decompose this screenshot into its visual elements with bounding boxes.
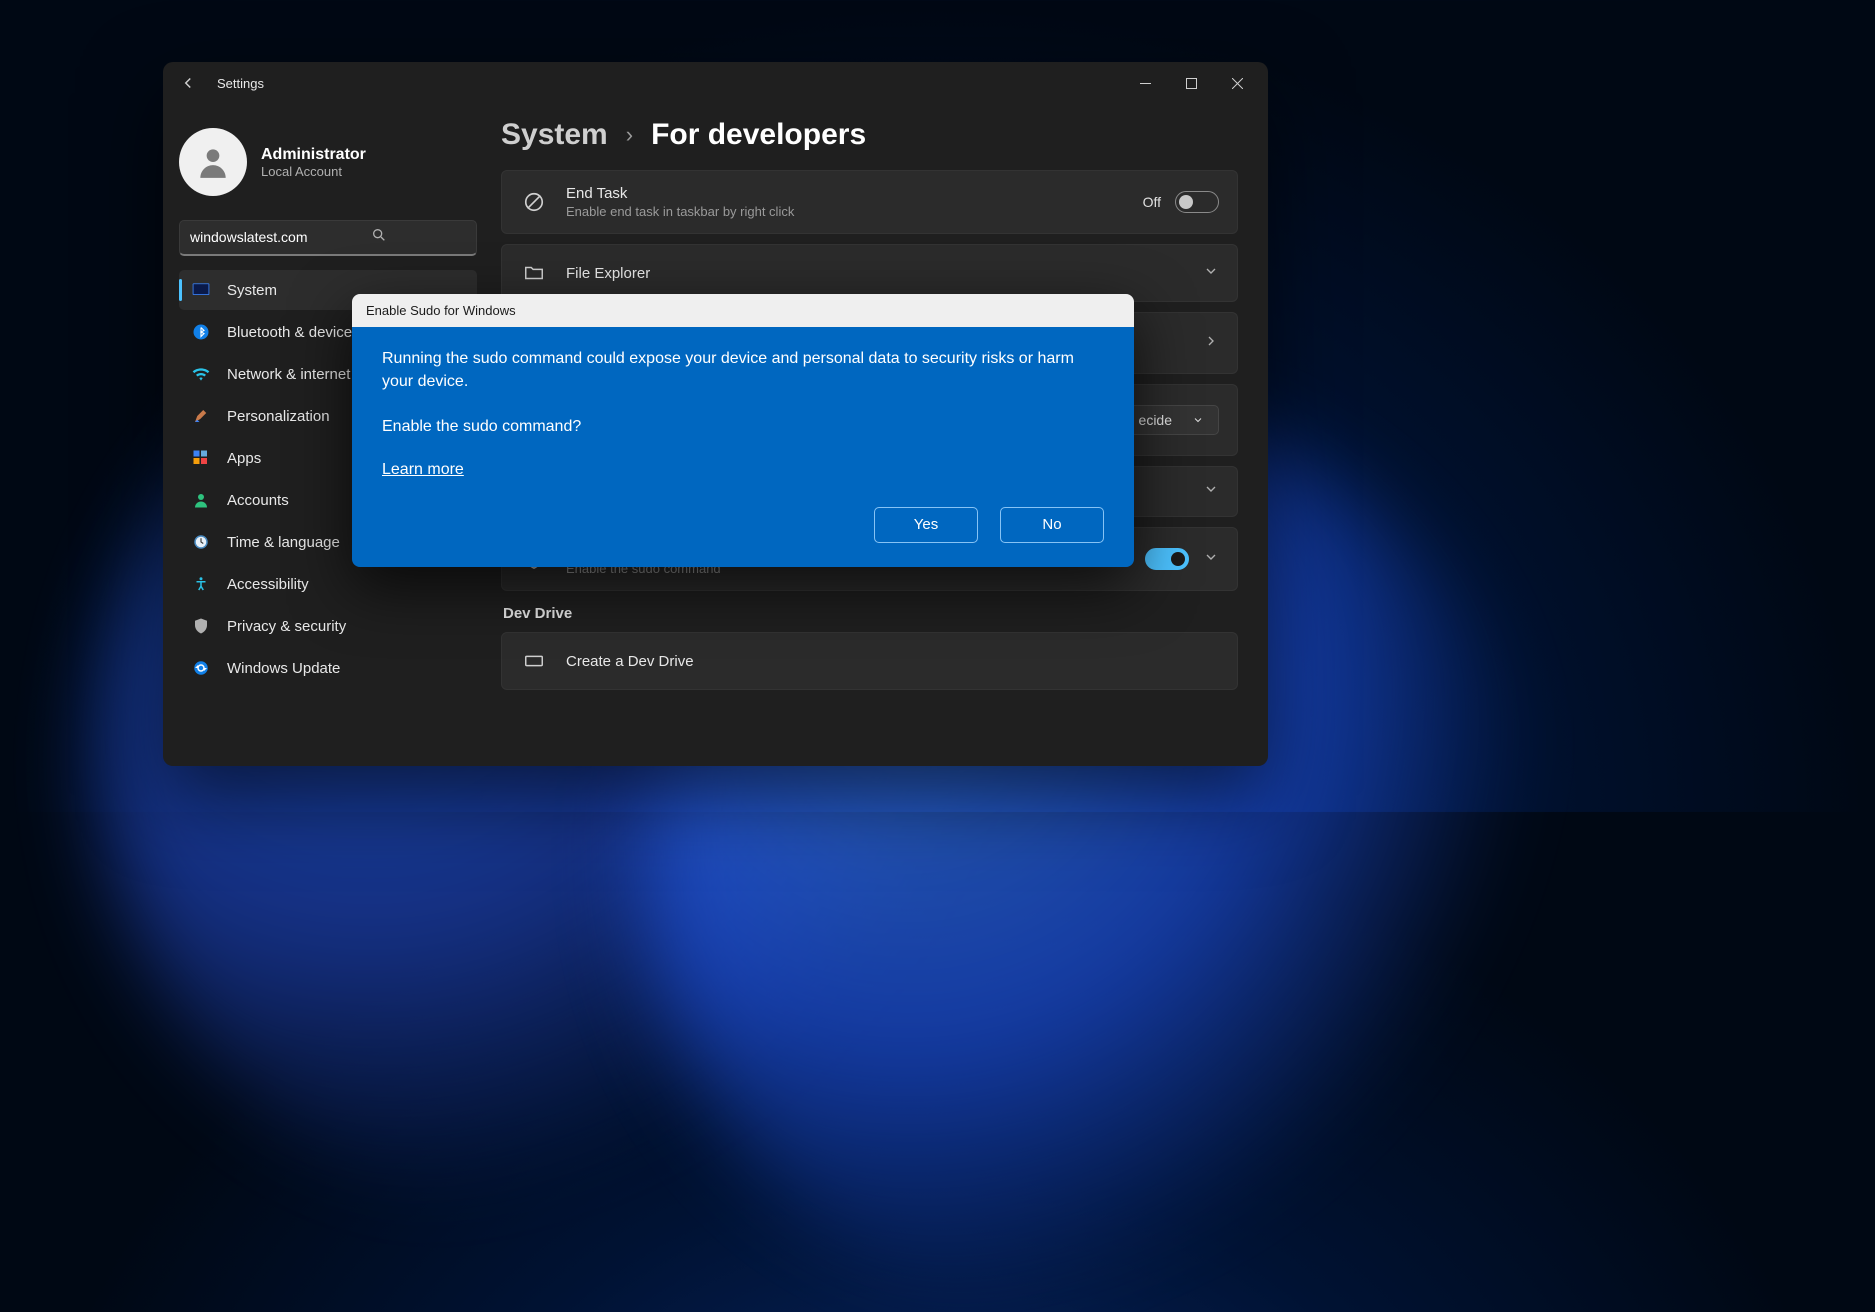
apps-icon bbox=[191, 448, 211, 468]
avatar bbox=[179, 128, 247, 196]
sidebar-item-label: Windows Update bbox=[227, 660, 340, 677]
breadcrumb: System › For developers bbox=[501, 118, 1238, 152]
breadcrumb-current: For developers bbox=[651, 118, 866, 152]
maximize-button[interactable] bbox=[1168, 66, 1214, 100]
shield-icon bbox=[191, 616, 211, 636]
sudo-toggle[interactable] bbox=[1145, 548, 1189, 570]
clock-icon bbox=[191, 532, 211, 552]
card-end-task[interactable]: End Task Enable end task in taskbar by r… bbox=[501, 170, 1238, 234]
minimize-button[interactable] bbox=[1122, 66, 1168, 100]
sidebar-item-label: Privacy & security bbox=[227, 618, 346, 635]
card-title: End Task bbox=[566, 185, 1125, 202]
sidebar-item-label: Apps bbox=[227, 450, 261, 467]
search-input[interactable] bbox=[179, 220, 477, 256]
drive-icon bbox=[520, 647, 548, 675]
card-title: Create a Dev Drive bbox=[566, 653, 1219, 670]
search-field[interactable] bbox=[190, 229, 371, 245]
system-icon bbox=[191, 280, 211, 300]
sidebar-item-label: Bluetooth & devices bbox=[227, 324, 360, 341]
accessibility-icon bbox=[191, 574, 211, 594]
chevron-down-icon[interactable] bbox=[1203, 263, 1219, 284]
breadcrumb-parent[interactable]: System bbox=[501, 118, 608, 152]
update-icon bbox=[191, 658, 211, 678]
brush-icon bbox=[191, 406, 211, 426]
sidebar-item-label: System bbox=[227, 282, 277, 299]
chevron-right-icon: › bbox=[626, 122, 633, 148]
learn-more-link[interactable]: Learn more bbox=[382, 461, 464, 478]
dialog-question: Enable the sudo command? bbox=[382, 415, 1104, 438]
no-button[interactable]: No bbox=[1000, 507, 1104, 543]
user-name: Administrator bbox=[261, 146, 366, 164]
sidebar-item-privacy[interactable]: Privacy & security bbox=[179, 606, 477, 646]
wifi-icon bbox=[191, 364, 211, 384]
close-button[interactable] bbox=[1214, 66, 1260, 100]
sudo-dialog: Enable Sudo for Windows Running the sudo… bbox=[352, 294, 1134, 567]
sidebar-item-label: Time & language bbox=[227, 534, 340, 551]
sidebar-item-label: Network & internet bbox=[227, 366, 350, 383]
folder-icon bbox=[520, 259, 548, 287]
sidebar-item-label: Accounts bbox=[227, 492, 289, 509]
chevron-down-icon[interactable] bbox=[1203, 481, 1219, 502]
sidebar-item-accessibility[interactable]: Accessibility bbox=[179, 564, 477, 604]
search-icon[interactable] bbox=[371, 227, 387, 248]
user-sub: Local Account bbox=[261, 164, 366, 179]
card-sub: Enable end task in taskbar by right clic… bbox=[566, 204, 1125, 219]
card-title: File Explorer bbox=[566, 265, 1185, 282]
sidebar-item-label: Accessibility bbox=[227, 576, 309, 593]
end-task-toggle[interactable] bbox=[1175, 191, 1219, 213]
toggle-label: Off bbox=[1143, 194, 1161, 210]
dialog-body-text: Running the sudo command could expose yo… bbox=[382, 347, 1104, 393]
titlebar: Settings bbox=[163, 62, 1268, 104]
bluetooth-icon bbox=[191, 322, 211, 342]
window-title: Settings bbox=[217, 76, 264, 91]
chevron-right-icon[interactable] bbox=[1203, 333, 1219, 354]
person-icon bbox=[191, 490, 211, 510]
dialog-title: Enable Sudo for Windows bbox=[352, 294, 1134, 327]
card-create-dev-drive[interactable]: Create a Dev Drive bbox=[501, 632, 1238, 690]
chevron-down-icon[interactable] bbox=[1203, 549, 1219, 570]
section-header-dev-drive: Dev Drive bbox=[503, 605, 1238, 622]
sidebar-item-label: Personalization bbox=[227, 408, 330, 425]
user-block[interactable]: Administrator Local Account bbox=[179, 112, 477, 220]
back-button[interactable] bbox=[171, 66, 205, 100]
terminal-dropdown[interactable]: ecide bbox=[1124, 405, 1219, 435]
yes-button[interactable]: Yes bbox=[874, 507, 978, 543]
prohibit-icon bbox=[520, 188, 548, 216]
sidebar-item-update[interactable]: Windows Update bbox=[179, 648, 477, 688]
